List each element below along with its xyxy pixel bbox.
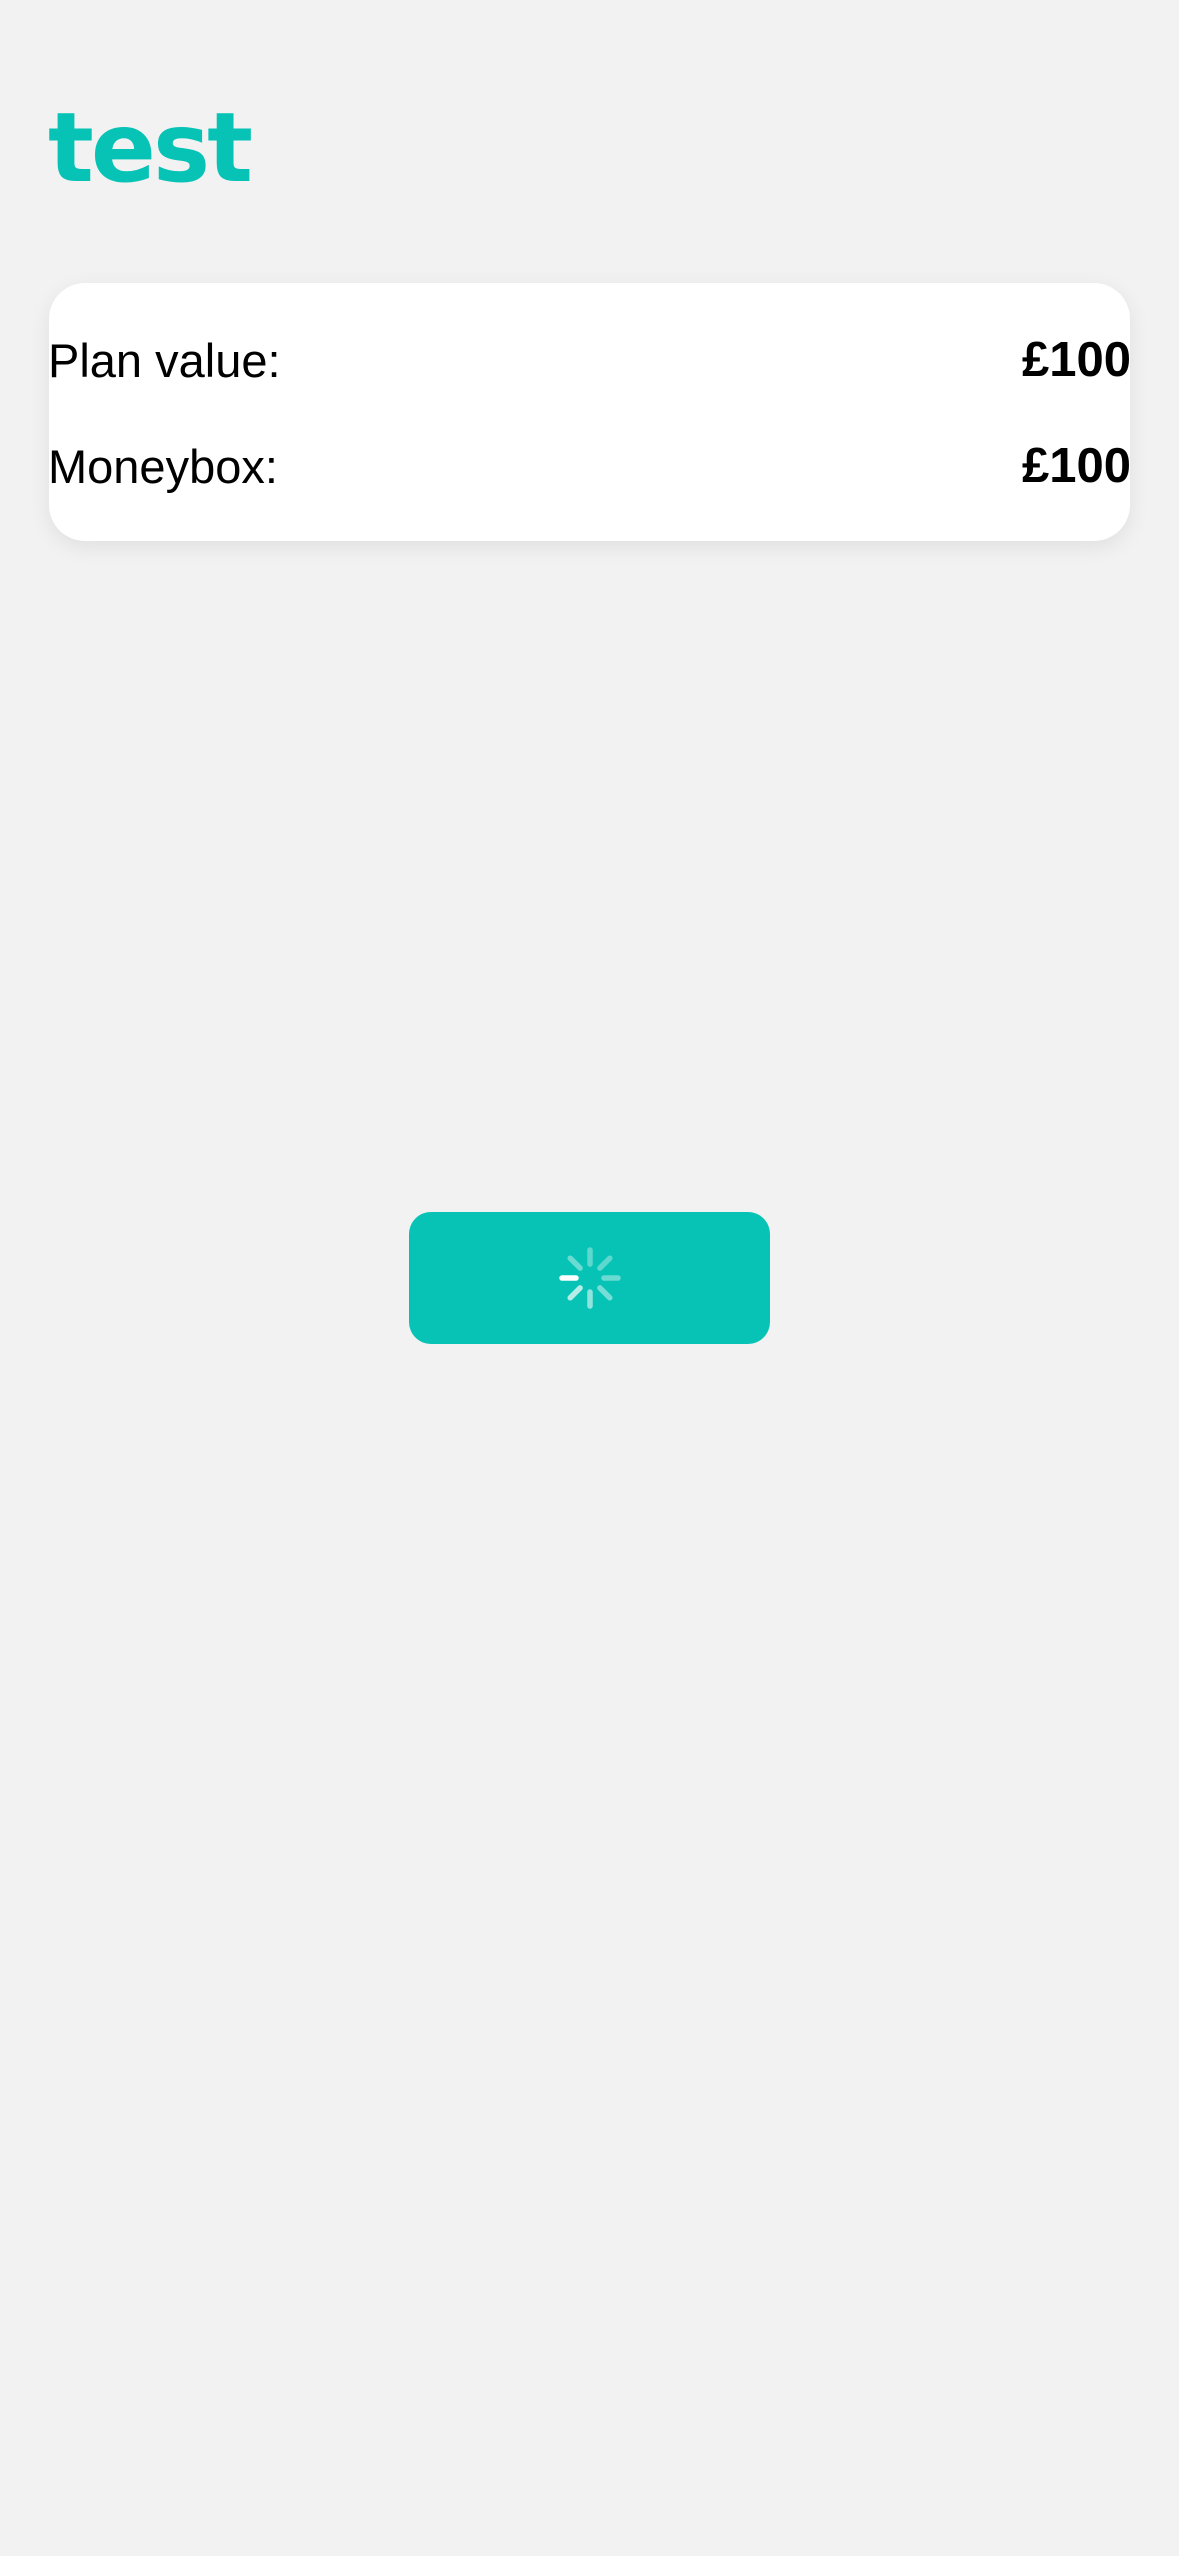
summary-card (49, 283, 1130, 541)
add-money-button[interactable] (409, 1212, 770, 1344)
plan-value-amount: £100 (1021, 333, 1131, 387)
spinner-icon (558, 1247, 621, 1309)
plan-value-row: Plan value: £100 (48, 330, 1131, 390)
moneybox-row: Moneybox: £100 (48, 436, 1131, 496)
moneybox-label: Moneybox: (48, 439, 278, 493)
page-title: test (48, 92, 253, 204)
moneybox-amount: £100 (1021, 439, 1131, 493)
plan-value-label: Plan value: (48, 333, 281, 387)
